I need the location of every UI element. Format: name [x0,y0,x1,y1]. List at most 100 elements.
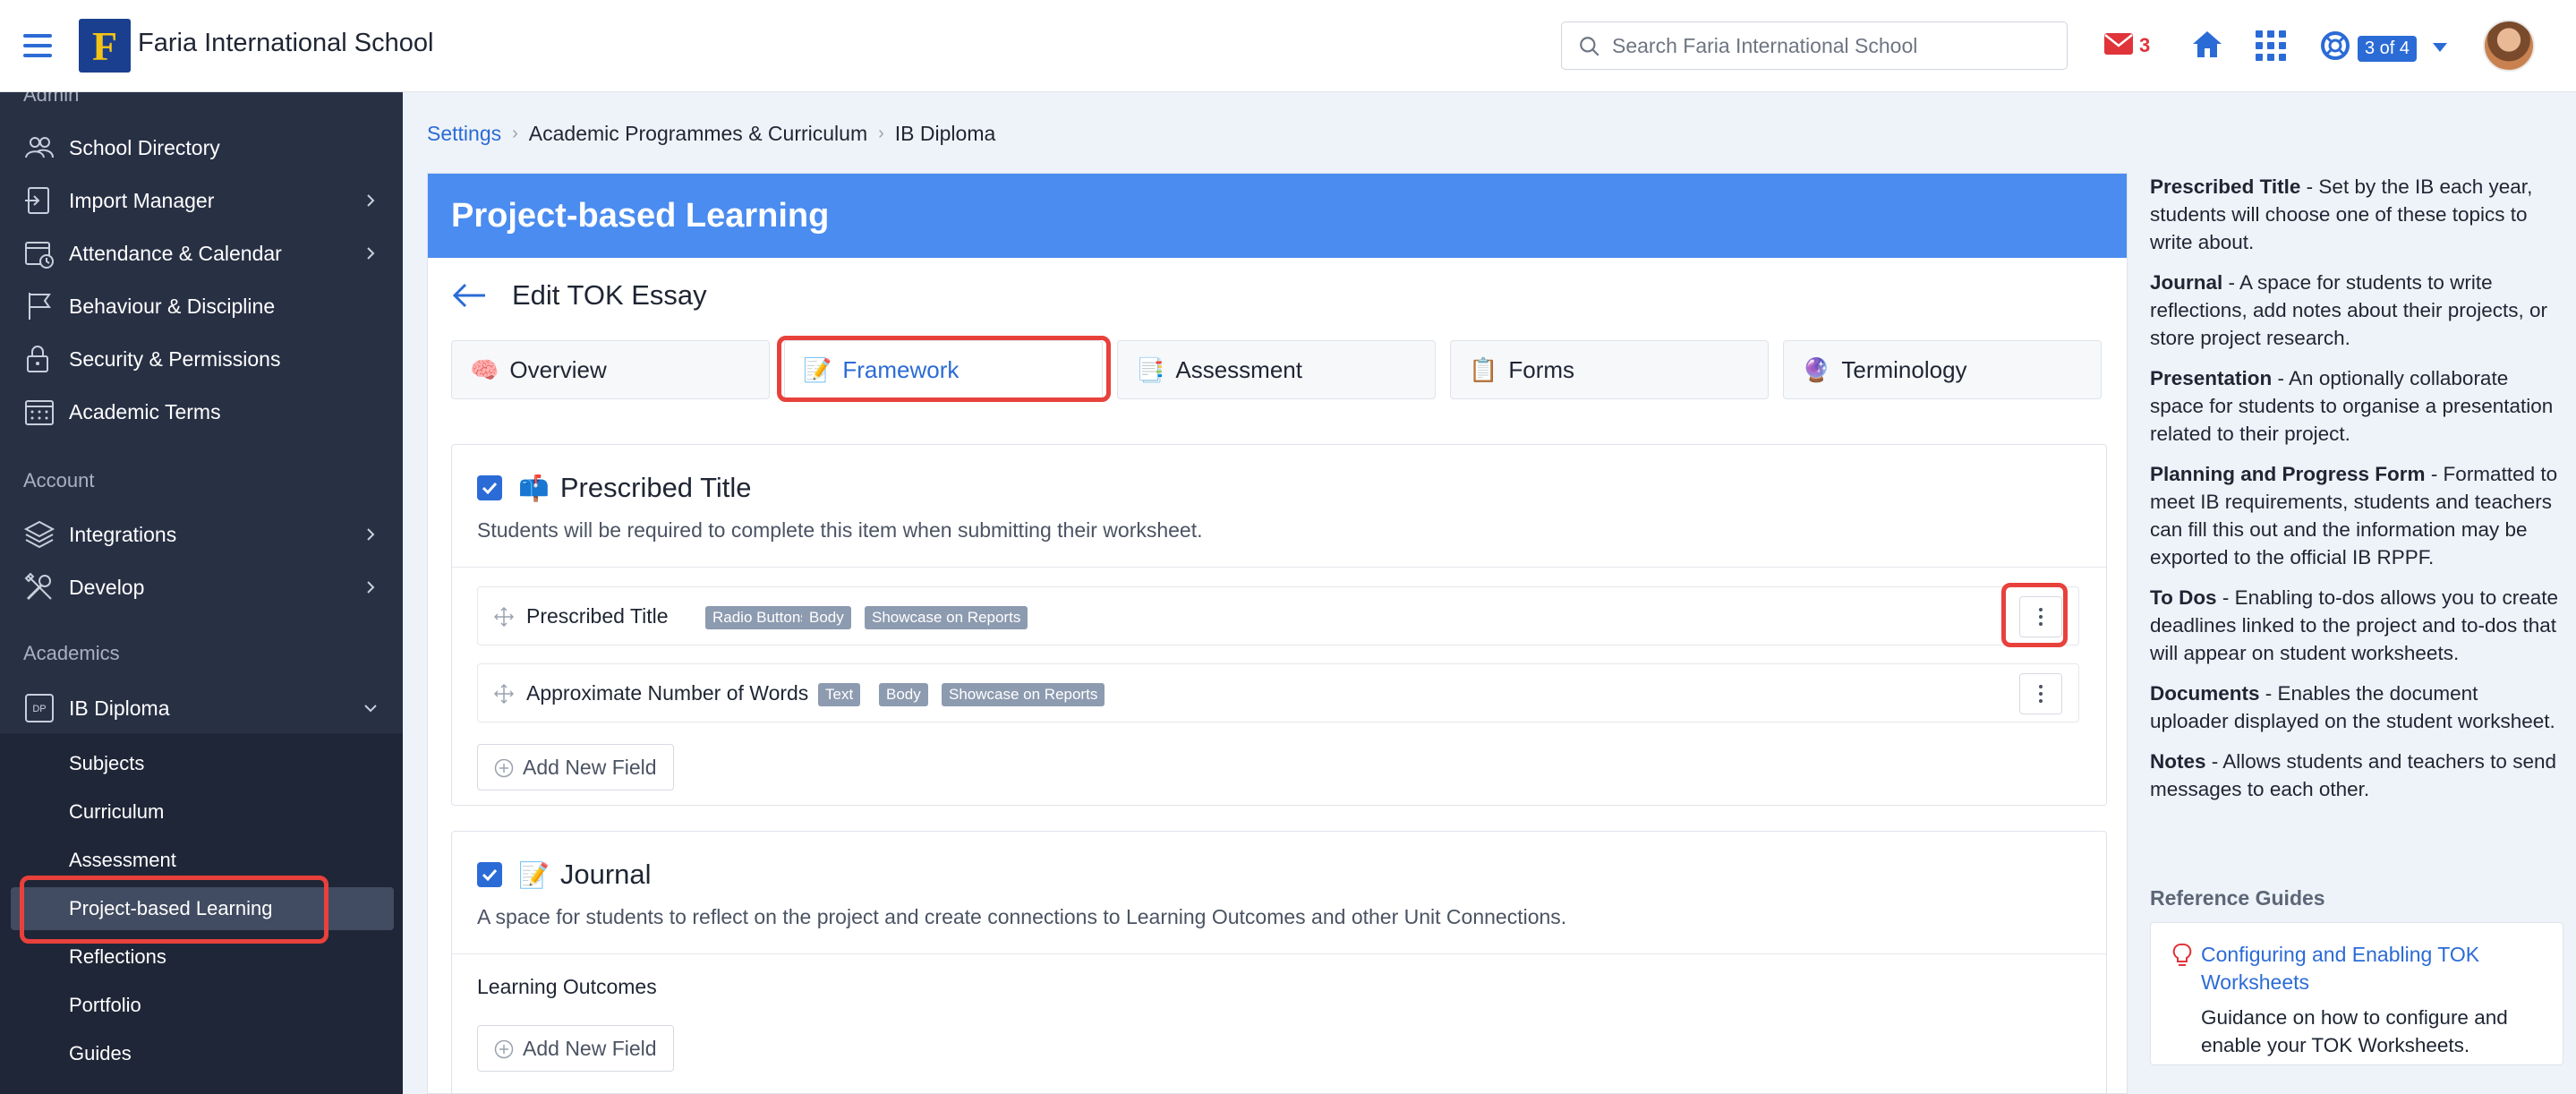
tab-assessment[interactable]: 📑 Assessment [1117,340,1436,399]
support-icon[interactable] [2320,30,2350,61]
apps-grid-icon[interactable] [2256,30,2286,61]
breadcrumb-settings[interactable]: Settings [427,122,501,146]
highlight-field-options [2001,583,2068,647]
sidebar-item-school-directory[interactable]: School Directory [0,123,403,173]
sidebar-subitem-portfolio[interactable]: Portfolio [0,984,403,1027]
tab-overview[interactable]: 🧠 Overview [451,340,770,399]
sidebar-subitem-guides[interactable]: Guides [0,1032,403,1075]
tab-label: Forms [1508,355,1575,383]
edit-header: Edit TOK Essay [451,279,707,312]
page-title: Project-based Learning [428,174,2127,258]
tab-label: Overview [509,355,607,383]
chevron-right-icon [367,581,375,594]
main-card: Project-based Learning Edit TOK Essay 🧠 … [427,173,2128,1094]
sidebar-item-attendance-calendar[interactable]: Attendance & Calendar [0,228,403,278]
help-item: Prescribed Title - Set by the IB each ye… [2150,175,2533,253]
sidebar-item-behaviour-discipline[interactable]: Behaviour & Discipline [0,281,403,331]
back-arrow-icon[interactable] [451,282,487,309]
sidebar-section-admin: Admin [23,92,80,106]
sidebar-item-label: Academic Terms [69,399,221,423]
users-icon [25,137,54,158]
tab-label: Assessment [1175,355,1302,383]
check-icon [482,868,498,881]
breadcrumb-academic-programmes[interactable]: Academic Programmes & Curriculum [529,122,867,146]
tab-label: Terminology [1841,355,1967,383]
learning-outcomes-label: Learning Outcomes [477,975,657,998]
prescribed-title-checkbox[interactable] [477,475,502,500]
field-name: Prescribed Title [526,603,669,628]
drag-handle-icon[interactable] [494,684,514,704]
section-header: 📫 Prescribed Title [477,472,752,504]
search-placeholder: Search Faria International School [1612,33,1918,57]
section-header: 📝 Journal [477,859,652,891]
edit-title: Edit TOK Essay [512,279,707,311]
sidebar-subitem-curriculum[interactable]: Curriculum [0,791,403,833]
highlight-project-based-learning [20,876,328,944]
layers-icon [23,520,55,549]
add-new-field-button[interactable]: Add New Field [477,744,674,791]
chevron-right-icon [367,194,375,207]
help-item: Presentation - An optionally collaborate… [2150,367,2554,445]
section-journal: 📝 Journal A space for students to reflec… [451,831,2107,1093]
field-options-button[interactable] [2019,673,2062,714]
breadcrumb-ib-diploma: IB Diploma [894,122,996,145]
tab-bar: 🧠 Overview 📝 Framework 📑 Assessment 📋 Fo… [451,340,2107,399]
crystal-ball-icon: 🔮 [1802,355,1831,383]
add-new-field-label: Add New Field [523,1036,657,1060]
plus-circle-icon [494,758,514,778]
memo-icon: 📝 [518,860,550,889]
sidebar-item-integrations[interactable]: Integrations [0,509,403,560]
sidebar-item-label: Develop [69,575,145,599]
divider [452,567,2106,568]
add-new-field-button[interactable]: Add New Field [477,1025,674,1072]
tab-forms[interactable]: 📋 Forms [1450,340,1769,399]
sidebar-item-label: Behaviour & Discipline [69,294,276,318]
field-showcase-badge: Showcase on Reports [942,683,1105,706]
sidebar-subitem-subjects[interactable]: Subjects [0,742,403,785]
sidebar-item-security-permissions[interactable]: Security & Permissions [0,334,403,384]
plus-circle-icon [494,1039,514,1059]
help-panel: Prescribed Title - Set by the IB each ye… [2150,173,2562,816]
sidebar-item-label: Import Manager [69,188,215,212]
section-title: Prescribed Title [559,472,752,503]
field-type-badge: Radio Buttons [705,606,815,629]
drag-handle-icon[interactable] [494,607,514,627]
journal-checkbox[interactable] [477,862,502,887]
home-icon[interactable] [2191,29,2223,59]
calendar-grid-icon [25,400,54,425]
sidebar: Admin School Directory Import Manager At… [0,92,403,1094]
sidebar-item-label: IB Diploma [69,696,170,720]
search-input[interactable]: Search Faria International School [1561,21,2068,70]
mailbox-icon: 📫 [518,474,550,502]
calendar-icon [25,242,54,269]
avatar[interactable] [2483,20,2535,72]
caret-down-icon[interactable] [2433,43,2447,52]
pager-badge[interactable]: 3 of 4 [2358,36,2418,62]
section-prescribed-title: 📫 Prescribed Title Students will be requ… [451,444,2107,806]
reference-guide-link[interactable]: Configuring and Enabling TOK Worksheets [2201,941,2541,996]
field-row-prescribed-title[interactable]: Prescribed Title Radio Buttons Body Show… [477,586,2079,645]
breadcrumb: Settings › Academic Programmes & Curricu… [427,122,995,146]
help-item: Notes - Allows students and teachers to … [2150,750,2556,800]
help-item: Planning and Progress Form - Formatted t… [2150,463,2558,568]
mail-count-badge[interactable]: 3 [2139,34,2150,57]
sidebar-item-ib-diploma[interactable]: DP IB Diploma [0,683,403,733]
menu-icon[interactable] [23,34,52,57]
chevron-right-icon: › [512,124,518,143]
field-row-approximate-words[interactable]: Approximate Number of Words Text Body Sh… [477,663,2079,722]
sidebar-section-academics: Academics [23,642,120,664]
search-icon [1580,37,1599,56]
field-location-badge: Body [802,606,851,629]
section-description: A space for students to reflect on the p… [477,905,1567,928]
help-item: To Dos - Enabling to-dos allows you to c… [2150,586,2559,664]
sidebar-item-import-manager[interactable]: Import Manager [0,175,403,226]
tab-terminology[interactable]: 🔮 Terminology [1783,340,2102,399]
school-name[interactable]: Faria International School [138,29,433,58]
ib-diploma-icon: DP [25,694,54,722]
sidebar-item-develop[interactable]: Develop [0,562,403,612]
sidebar-item-academic-terms[interactable]: Academic Terms [0,387,403,437]
mail-icon[interactable] [2103,32,2134,56]
lock-icon [27,346,48,372]
field-location-badge: Body [879,683,928,706]
school-logo[interactable]: F [79,19,131,73]
